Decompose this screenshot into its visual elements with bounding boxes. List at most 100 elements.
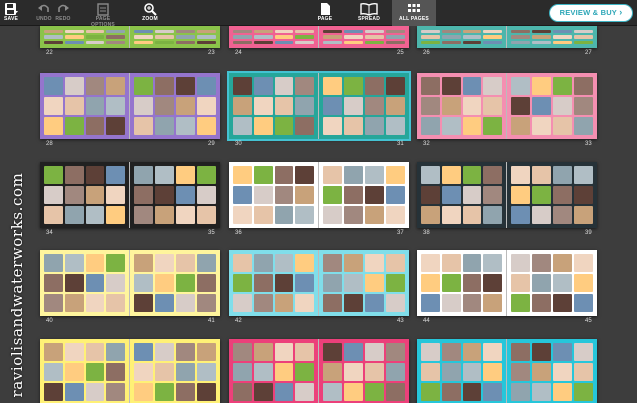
right-page[interactable] — [130, 162, 220, 228]
page-spread[interactable] — [40, 162, 220, 228]
page-spread[interactable] — [229, 26, 409, 48]
right-page[interactable] — [319, 339, 409, 403]
right-page[interactable] — [507, 250, 597, 316]
left-page[interactable] — [229, 73, 319, 139]
left-page[interactable] — [417, 339, 507, 403]
photo-thumbnail — [386, 97, 405, 115]
page-spread[interactable] — [40, 26, 220, 48]
photo-thumbnail — [274, 383, 294, 401]
photo-thumbnail — [44, 186, 63, 204]
left-page[interactable] — [417, 162, 507, 228]
page-spread[interactable] — [229, 162, 409, 228]
save-button[interactable]: SAVE — [1, 2, 21, 22]
page-spread[interactable] — [40, 339, 220, 403]
photo-thumbnail — [421, 254, 440, 272]
page-options-button[interactable]: PAGE OPTIONS — [85, 2, 121, 28]
watermark-text: raviolisandwaterworks.com — [8, 172, 26, 398]
right-page[interactable] — [130, 250, 220, 316]
all-pages-view-button[interactable]: ALL PAGES — [392, 0, 436, 26]
photo-thumbnail — [64, 77, 84, 95]
photo-thumbnail — [323, 166, 342, 184]
photo-thumbnail — [64, 166, 84, 184]
page-spread[interactable] — [417, 162, 597, 228]
page-spread[interactable] — [417, 26, 597, 48]
left-page[interactable] — [417, 73, 507, 139]
photo-thumbnail — [134, 274, 153, 292]
spread-view-button[interactable]: SPREAD — [357, 2, 381, 22]
right-page[interactable] — [507, 339, 597, 403]
page-spread[interactable] — [229, 250, 409, 316]
photo-thumbnail — [85, 206, 105, 224]
photo-thumbnail — [532, 274, 551, 292]
left-page[interactable] — [229, 162, 319, 228]
page-spread[interactable] — [229, 339, 409, 403]
page-spread[interactable] — [40, 73, 220, 139]
photo-thumbnail — [532, 206, 551, 224]
photo-thumbnail — [64, 383, 84, 401]
photo-thumbnail — [532, 294, 551, 312]
right-page[interactable] — [130, 26, 220, 48]
photo-thumbnail — [197, 274, 216, 292]
photo-thumbnail — [85, 97, 105, 115]
undo-button[interactable]: UNDO — [36, 2, 52, 22]
left-page[interactable] — [417, 26, 507, 48]
photo-thumbnail — [197, 254, 216, 272]
left-page[interactable] — [229, 250, 319, 316]
left-page[interactable] — [229, 339, 319, 403]
right-page[interactable] — [319, 250, 409, 316]
right-page[interactable] — [130, 73, 220, 139]
zoom-button[interactable]: ZOOM — [139, 2, 161, 22]
page-spread[interactable] — [417, 339, 597, 403]
left-page[interactable] — [40, 339, 130, 403]
left-page[interactable] — [229, 26, 319, 48]
page-view-button[interactable]: PAGE — [315, 2, 335, 22]
right-page[interactable] — [507, 162, 597, 228]
page-spread[interactable] — [227, 71, 411, 141]
right-page[interactable] — [130, 339, 220, 403]
photo-thumbnail — [176, 206, 195, 224]
photo-thumbnail — [64, 254, 84, 272]
photo-thumbnail — [233, 206, 252, 224]
page-number: 43 — [397, 318, 404, 324]
photo-thumbnail — [532, 166, 551, 184]
photo-thumbnail — [553, 30, 572, 34]
photo-thumbnail — [441, 254, 461, 272]
page-spread[interactable] — [40, 250, 220, 316]
page-spread[interactable] — [417, 73, 597, 139]
right-page[interactable] — [319, 73, 409, 139]
photo-thumbnail — [574, 343, 593, 361]
photo-thumbnail — [511, 97, 530, 115]
photo-thumbnail — [553, 343, 572, 361]
photo-thumbnail — [344, 383, 363, 401]
page-spread[interactable] — [417, 250, 597, 316]
page-number: 28 — [46, 141, 53, 147]
page-number: 41 — [208, 318, 215, 324]
photo-thumbnail — [574, 206, 593, 224]
left-page[interactable] — [40, 26, 130, 48]
photo-thumbnail — [233, 274, 252, 292]
photo-thumbnail — [233, 77, 252, 95]
left-page[interactable] — [40, 73, 130, 139]
photo-thumbnail — [197, 166, 216, 184]
right-page[interactable] — [319, 26, 409, 48]
photo-thumbnail — [134, 383, 153, 401]
review-and-buy-button[interactable]: REVIEW & BUY › — [549, 4, 633, 22]
photo-thumbnail — [441, 166, 461, 184]
zoom-magnifier-icon — [144, 3, 157, 16]
redo-button[interactable]: REDO — [55, 2, 71, 22]
photo-thumbnail — [106, 30, 125, 34]
photo-thumbnail — [483, 206, 502, 224]
photo-thumbnail — [64, 343, 84, 361]
right-page[interactable] — [507, 73, 597, 139]
left-page[interactable] — [40, 162, 130, 228]
photo-thumbnail — [253, 77, 273, 95]
photo-thumbnail — [197, 77, 216, 95]
left-page[interactable] — [417, 250, 507, 316]
right-page[interactable] — [319, 162, 409, 228]
left-page[interactable] — [40, 250, 130, 316]
right-page[interactable] — [507, 26, 597, 48]
photo-thumbnail — [323, 383, 342, 401]
photo-thumbnail — [421, 274, 440, 292]
all-pages-canvas[interactable]: 22 23 24 25 26 27 28 29 30 31 32 33 34 35 36 37 38 39 40 41… — [0, 26, 637, 403]
photo-thumbnail — [365, 117, 384, 135]
